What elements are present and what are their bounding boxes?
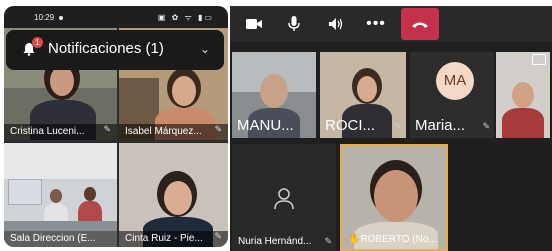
- video-tile-nuria[interactable]: Nuria Hernánd... ✎: [232, 144, 336, 251]
- video-tile-cinta[interactable]: Cinta Ruiz - Pie... ✎: [119, 143, 228, 247]
- participant-name: Maria...: [415, 117, 466, 134]
- hangup-icon: [412, 22, 428, 28]
- muted-mic-icon: ✎: [103, 124, 111, 134]
- notifications-title: Notificaciones (1): [48, 40, 164, 57]
- muted-mic-icon: ✎: [214, 231, 222, 241]
- video-tile-roberto[interactable]: ✋ROBERTO (No...: [340, 144, 448, 251]
- muted-mic-icon: ✎: [482, 121, 490, 131]
- video-tile-rocio[interactable]: ROCI... ✎: [320, 52, 406, 138]
- status-time: 10:29: [34, 13, 63, 22]
- microphone-icon[interactable]: [282, 12, 306, 36]
- tile-label: Sala Direccion (E...: [10, 233, 96, 244]
- participant-name: ROCI...: [325, 117, 376, 134]
- muted-mic-icon: ✎: [324, 236, 332, 246]
- video-tile-sala-direccion[interactable]: Sala Direccion (E...: [4, 143, 117, 247]
- speaker-icon[interactable]: [324, 12, 348, 36]
- more-icon[interactable]: •••: [364, 12, 388, 36]
- notifications-banner[interactable]: 1 Notificaciones (1) ⌄: [6, 30, 224, 70]
- video-tile-participant[interactable]: [496, 52, 550, 138]
- hangup-button[interactable]: [401, 8, 439, 40]
- participant-name: ✋ROBERTO (No...: [348, 234, 437, 245]
- avatar: MA: [436, 62, 474, 100]
- tile-label: Cristina Luceni...: [10, 126, 85, 137]
- notification-badge: 1: [32, 37, 43, 48]
- tile-label: Isabel Márquez...: [125, 126, 202, 137]
- status-bar: 10:29 ▣ ✿ ᯤ ▮▭: [4, 6, 228, 28]
- meeting-toolbar: •••: [230, 6, 552, 42]
- muted-mic-icon: ✎: [214, 124, 222, 134]
- desktop-meeting-window: ••• MANU... ROCI... ✎ MA Maria... ✎ Nuri: [230, 6, 552, 251]
- participant-name: Nuria Hernánd...: [238, 236, 312, 247]
- video-tile-manu[interactable]: MANU...: [232, 52, 316, 138]
- tile-label: Cinta Ruiz - Pie...: [125, 233, 203, 244]
- status-icons: ▣ ✿ ᯤ ▮▭: [157, 13, 214, 22]
- person-icon: [274, 188, 294, 210]
- camera-icon[interactable]: [242, 12, 266, 36]
- muted-mic-icon: ✎: [394, 121, 402, 131]
- chevron-down-icon[interactable]: ⌄: [200, 42, 210, 56]
- share-screen-icon[interactable]: [532, 54, 546, 65]
- participant-name: MANU...: [237, 117, 294, 134]
- video-tile-maria[interactable]: MA Maria... ✎: [410, 52, 494, 138]
